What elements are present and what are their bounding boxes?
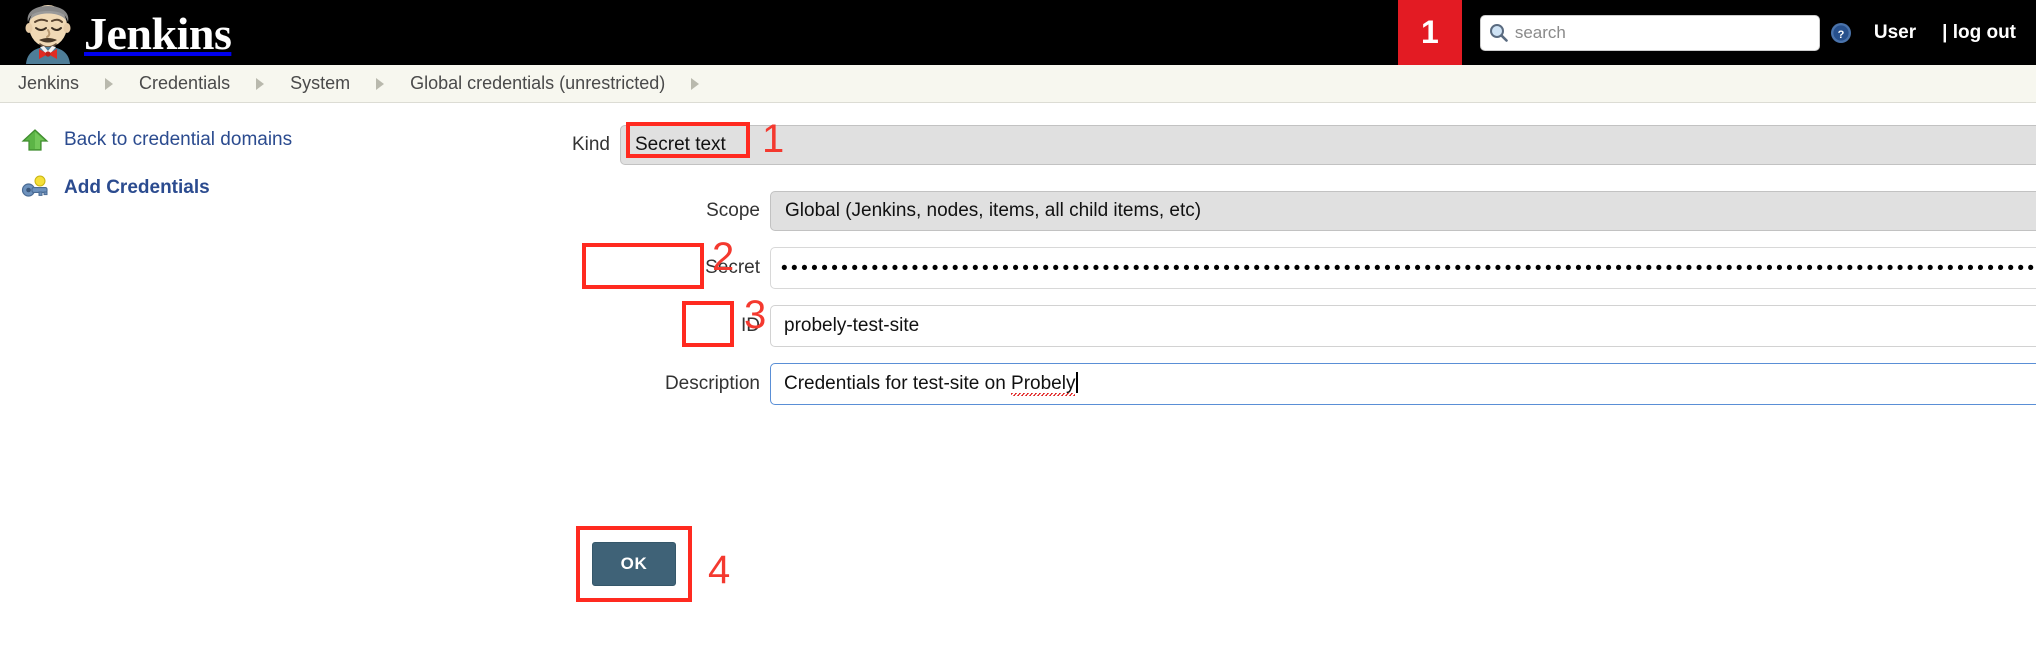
chevron-right-icon <box>691 77 700 90</box>
text-caret <box>1076 372 1078 393</box>
search-container <box>1479 14 1820 51</box>
credentials-form: Kind Secret text 1 Scope Global (Jenkins… <box>560 119 2036 421</box>
search-input[interactable] <box>1479 14 1820 51</box>
form-row-scope: Scope Global (Jenkins, nodes, items, all… <box>560 191 2036 231</box>
kind-field-cell: Secret text 1 <box>620 119 2036 165</box>
user-link[interactable]: User <box>1874 22 1916 44</box>
id-field-cell <box>770 305 2036 347</box>
sidebar-item-back-to-credential-domains[interactable]: Back to credential domains <box>20 125 560 155</box>
key-icon <box>20 173 50 203</box>
sidebar-item-label: Back to credential domains <box>64 129 293 150</box>
scope-select[interactable]: Global (Jenkins, nodes, items, all child… <box>770 191 2036 231</box>
kind-select-value: Secret text <box>635 134 726 155</box>
id-input[interactable] <box>770 305 2036 347</box>
secret-field-cell: ••••••••••••••••••••••••••••••••••••••••… <box>770 247 2036 289</box>
description-field-cell: Credentials for test-site on Probely <box>770 363 2036 405</box>
up-arrow-icon <box>20 125 50 155</box>
secret-label-text: Secret <box>705 257 760 278</box>
breadcrumb-item-credentials[interactable]: Credentials <box>139 73 230 94</box>
sidebar: Back to credential domains Add Credentia… <box>0 125 560 421</box>
kind-select[interactable]: Secret text <box>620 125 2036 165</box>
logout-link[interactable]: | log out <box>1942 22 2016 44</box>
page-body: Back to credential domains Add Credentia… <box>0 103 2036 421</box>
svg-text:?: ? <box>1837 28 1844 40</box>
id-label-text: ID <box>741 315 760 336</box>
form-row-description: Description Credentials for test-site on… <box>560 363 2036 405</box>
secret-input[interactable]: ••••••••••••••••••••••••••••••••••••••••… <box>770 247 2036 289</box>
kind-label: Kind <box>571 134 610 155</box>
top-header: Jenkins 1 ? User | log out <box>0 0 2036 65</box>
scope-label: Scope <box>706 200 760 221</box>
annotation-box-3 <box>682 301 734 347</box>
id-label: ID 3 <box>560 295 770 347</box>
chevron-right-icon <box>376 77 385 90</box>
jenkins-brand-link[interactable]: Jenkins <box>0 0 232 65</box>
form-row-kind: Kind Secret text 1 <box>560 119 2036 165</box>
annotation-box-2 <box>582 243 704 289</box>
description-value-prefix: Credentials for test-site on <box>784 373 1012 394</box>
sidebar-item-add-credentials[interactable]: Add Credentials <box>20 173 560 203</box>
breadcrumb: Jenkins Credentials System Global creden… <box>0 65 2036 103</box>
header-right-group: 1 ? User | log out <box>1397 0 2036 65</box>
search-help-icon[interactable]: ? <box>1830 22 1852 44</box>
breadcrumb-item-system[interactable]: System <box>290 73 350 94</box>
chevron-right-icon <box>256 77 265 90</box>
breadcrumb-item-jenkins[interactable]: Jenkins <box>18 73 79 94</box>
form-row-id: ID 3 ? <box>560 295 2036 347</box>
scope-field-cell: Global (Jenkins, nodes, items, all child… <box>770 191 2036 231</box>
secret-label: Secret 2 <box>560 237 770 289</box>
form-row-secret: Secret 2 •••••••••••••••••••••••••••••••… <box>560 237 2036 289</box>
description-value-misspelled: Probely <box>1011 373 1076 396</box>
jenkins-butler-logo-icon <box>22 2 74 64</box>
chevron-right-icon <box>105 77 114 90</box>
scope-select-value: Global (Jenkins, nodes, items, all child… <box>785 200 1202 221</box>
breadcrumb-item-global-credentials[interactable]: Global credentials (unrestricted) <box>410 73 665 94</box>
annotation-step-1-badge: 1 <box>1397 0 1462 65</box>
brand-title: Jenkins <box>84 8 232 59</box>
ok-button[interactable]: OK <box>592 542 676 586</box>
description-label: Description <box>664 373 760 394</box>
annotation-number-4: 4 <box>708 548 731 592</box>
description-input[interactable]: Credentials for test-site on Probely <box>770 363 2036 405</box>
submit-area: OK 4 <box>576 526 730 602</box>
sidebar-item-label: Add Credentials <box>64 177 210 198</box>
description-text: Credentials for test-site on Probely <box>784 364 1078 404</box>
